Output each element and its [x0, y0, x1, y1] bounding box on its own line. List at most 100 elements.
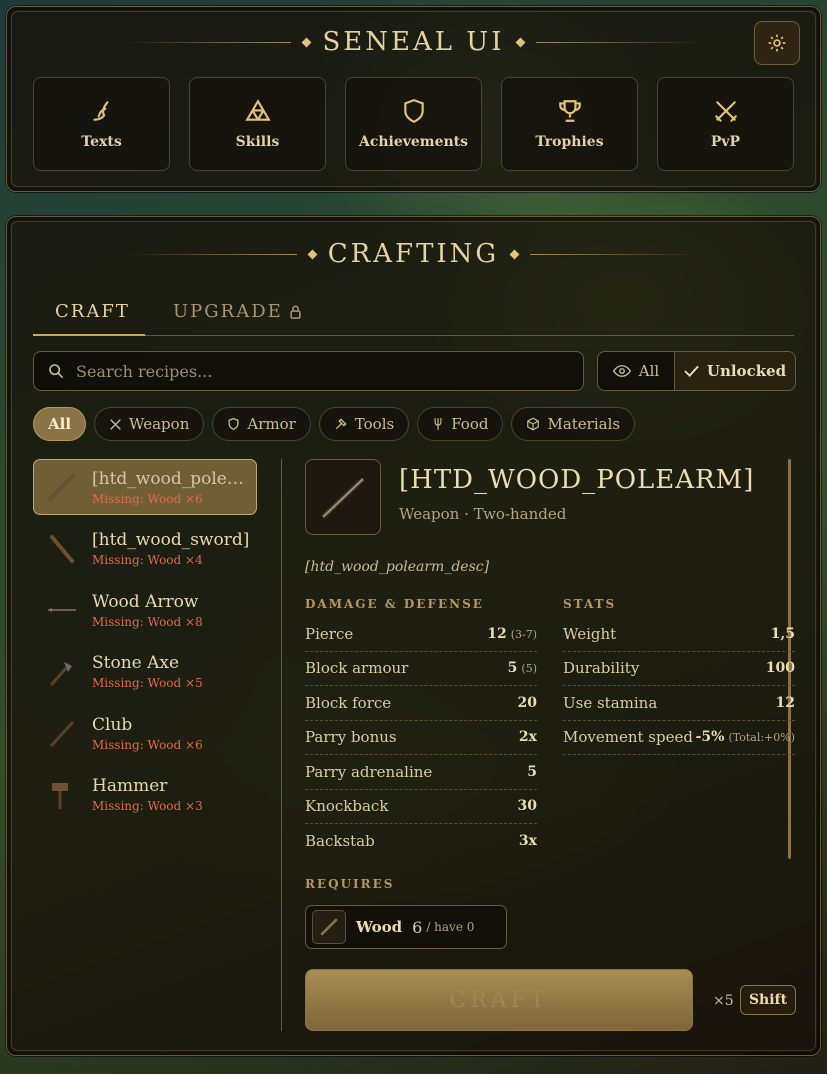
- diamond-ornament: [307, 249, 318, 259]
- sword-icon: [50, 534, 74, 563]
- nav-label: Trophies: [535, 134, 604, 150]
- section-header: DAMAGE & DEFENSE: [305, 597, 484, 611]
- recipe-item[interactable]: Stone Axe Missing: Wood ×5: [33, 644, 257, 700]
- stat-label: Backstab: [305, 832, 375, 851]
- shield-icon: [403, 99, 424, 124]
- requirement-name: Wood: [356, 918, 403, 936]
- crafting-tabs: CRAFT UPGRADE: [33, 297, 794, 336]
- main-nav: Texts Skills Achievements Trophies PvP: [33, 77, 794, 171]
- stats-section: STATS Weight 1,5 Durability 100 Use stamin…: [563, 597, 795, 755]
- tab-craft[interactable]: CRAFT: [55, 301, 130, 322]
- recipe-missing: Missing: Wood ×5: [92, 676, 203, 690]
- craft-button[interactable]: CRAFT: [305, 969, 693, 1031]
- title-divider: [535, 41, 706, 43]
- crossed-swords-icon: [714, 101, 737, 122]
- recipe-name: Hammer: [92, 776, 168, 796]
- arrow-icon: [48, 608, 76, 612]
- item-name: [HTD_WOOD_POLEARM]: [399, 465, 755, 495]
- axe-icon: [50, 661, 72, 685]
- quill-icon: [92, 101, 108, 121]
- nav-label: Texts: [81, 134, 122, 150]
- crossed-swords-icon: [110, 418, 121, 430]
- eye-icon: [612, 365, 631, 377]
- stat-label: Parry adrenaline: [305, 762, 433, 781]
- stat-value: 5: [527, 763, 537, 780]
- nav-texts[interactable]: Texts: [33, 77, 170, 171]
- diamond-ornament: [302, 37, 312, 47]
- recipe-item[interactable]: Club Missing: Wood ×6: [33, 705, 257, 761]
- nav-achievements[interactable]: Achievements: [345, 77, 482, 171]
- hammer-icon: [52, 782, 68, 809]
- nav-label: PvP: [710, 134, 741, 150]
- stat-row: Durability 100: [563, 652, 795, 686]
- recipe-item[interactable]: [htd_wood_polea... Missing: Wood ×6: [33, 459, 257, 515]
- diamond-ornament: [509, 249, 520, 259]
- chip-label: All: [48, 415, 72, 433]
- app-title: SENEAL UI: [322, 27, 505, 57]
- nav-trophies[interactable]: Trophies: [501, 77, 638, 171]
- filter-unlocked-button[interactable]: Unlocked: [675, 352, 795, 390]
- tab-upgrade[interactable]: UPGRADE: [173, 301, 302, 322]
- list-divider: [281, 459, 282, 1031]
- craft-multiplier: ×5: [713, 993, 734, 1009]
- search-input[interactable]: [74, 360, 558, 382]
- nav-pvp[interactable]: PvP: [657, 77, 794, 171]
- recipe-item[interactable]: Wood Arrow Missing: Wood ×8: [33, 582, 257, 638]
- category-chips: All Weapon Armor Tools Food Materials: [33, 407, 636, 441]
- requirement-qty: 6: [412, 917, 423, 937]
- filter-all-button[interactable]: All: [598, 352, 675, 390]
- recipe-missing: Missing: Wood ×8: [92, 614, 203, 629]
- title-divider: [530, 253, 701, 255]
- requires-header: REQUIRES: [305, 877, 395, 891]
- crafting-title: CRAFTING: [327, 239, 500, 269]
- stat-row: Backstab 3x: [305, 824, 537, 859]
- stat-value: 12: [775, 694, 795, 711]
- stat-label: Knockback: [305, 797, 389, 816]
- tab-upgrade-label: UPGRADE: [173, 301, 283, 322]
- chip-label: Tools: [354, 415, 395, 433]
- chip-materials[interactable]: Materials: [511, 407, 636, 441]
- stat-value: 12 (3-7): [487, 625, 537, 642]
- nav-skills[interactable]: Skills: [189, 77, 326, 171]
- hammer-icon: [335, 418, 347, 430]
- stat-label: Use stamina: [563, 693, 658, 712]
- stat-value: 3x: [518, 833, 537, 850]
- fork-icon: [434, 418, 442, 430]
- chip-armor[interactable]: Armor: [212, 407, 311, 441]
- stat-row: Pierce 12 (3-7): [305, 617, 537, 652]
- stat-value: 20: [517, 694, 537, 711]
- club-icon: [50, 721, 74, 747]
- requirement-item: Wood 6 / have 0: [305, 905, 507, 949]
- polearm-icon: [321, 477, 365, 519]
- chip-food[interactable]: Food: [417, 407, 504, 441]
- recipe-item[interactable]: Hammer Missing: Wood ×3: [33, 767, 257, 823]
- wood-icon: [312, 910, 346, 944]
- chip-label: Materials: [547, 415, 621, 433]
- top-panel: SENEAL UI Texts Skills Achievements Trop…: [6, 6, 821, 192]
- stat-label: Pierce: [305, 624, 354, 643]
- chip-tools[interactable]: Tools: [318, 407, 410, 441]
- stat-value: 1,5: [770, 625, 795, 642]
- lock-icon: [290, 305, 301, 319]
- chip-weapon[interactable]: Weapon: [94, 407, 205, 441]
- recipe-missing: Missing: Wood ×6: [92, 737, 203, 752]
- stat-row: Parry adrenaline 5: [305, 755, 537, 790]
- stat-row: Movement speed -5% (Total:+0%): [563, 721, 795, 755]
- chip-all[interactable]: All: [33, 407, 87, 441]
- chip-label: Armor: [247, 415, 296, 433]
- filter-all-label: All: [638, 362, 660, 380]
- recipe-name: Club: [92, 714, 133, 735]
- recipe-item[interactable]: [htd_wood_sword] Missing: Wood ×4: [33, 521, 257, 577]
- settings-button[interactable]: [754, 21, 800, 65]
- stat-label: Durability: [563, 659, 640, 678]
- trophy-icon: [558, 100, 581, 122]
- title-divider: [126, 253, 297, 255]
- active-tab-indicator: [33, 334, 145, 336]
- recipe-name: [htd_wood_sword]: [92, 530, 250, 550]
- stat-value: -5% (Total:+0%): [695, 729, 795, 746]
- recipe-name: [htd_wood_polea...: [92, 468, 252, 489]
- stat-row: Parry bonus 2x: [305, 721, 537, 755]
- crafting-title-row: CRAFTING: [7, 239, 820, 269]
- stat-row: Weight 1,5: [563, 617, 795, 652]
- triforce-icon: [244, 99, 271, 121]
